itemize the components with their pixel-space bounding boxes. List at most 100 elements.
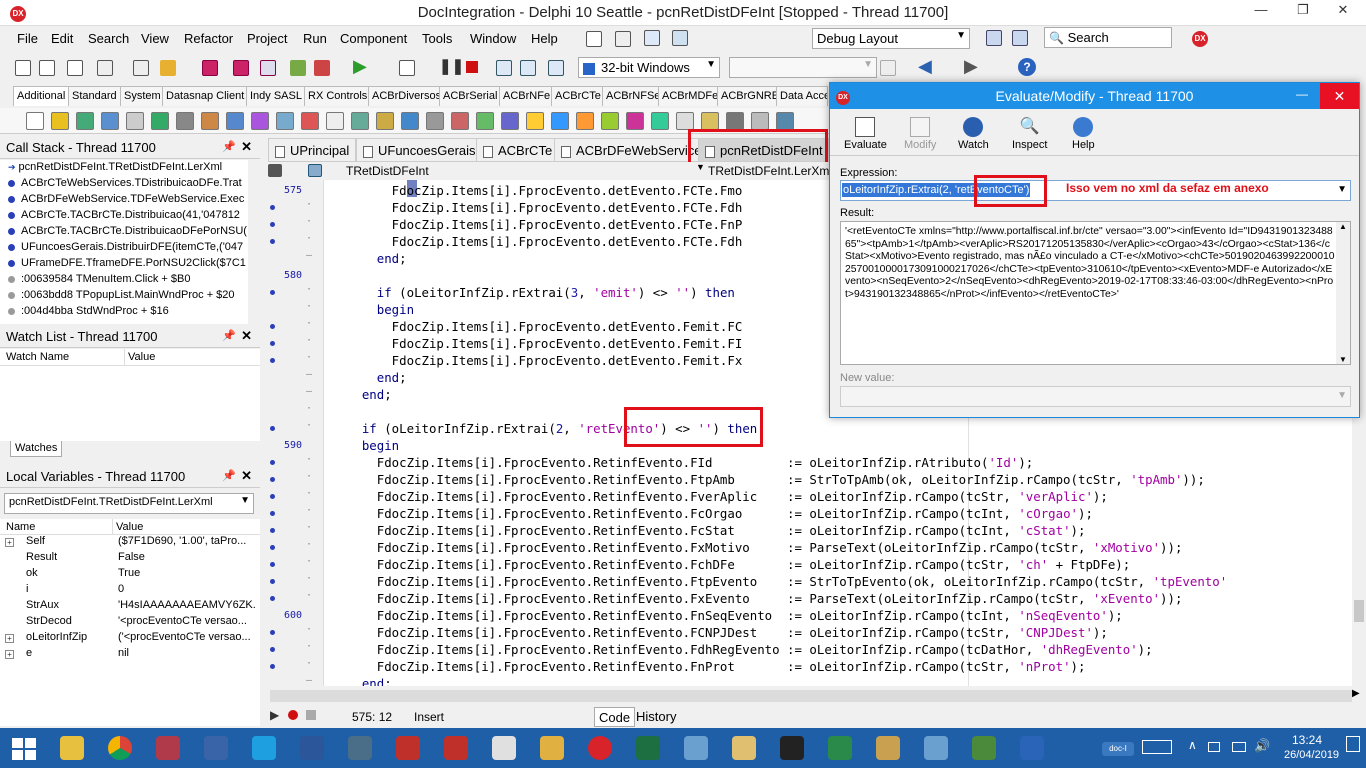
taskbar-app-paint-icon[interactable] <box>870 732 906 764</box>
close-icon[interactable]: ✕ <box>241 139 252 155</box>
dx-icon[interactable]: DX <box>1192 30 1208 47</box>
gutter-line[interactable]: · <box>262 658 324 675</box>
code-line[interactable]: FdocZip.Items[i].FprocEvento.RetinfEvent… <box>332 522 1086 539</box>
inspect-button[interactable]: 🔍 Inspect <box>1012 117 1047 151</box>
clock-date[interactable]: 26/04/2019 <box>1284 749 1339 761</box>
code-line[interactable]: begin <box>332 437 399 454</box>
component-icon[interactable] <box>676 112 694 130</box>
palette-tab-acbrmdfe[interactable]: ACBrMDFe <box>658 86 723 106</box>
breakpoint-dot-icon[interactable] <box>270 545 275 550</box>
pin-icon[interactable]: 📌 <box>222 140 236 153</box>
dialog-minimize-button[interactable]: — <box>1296 87 1308 101</box>
gutter-line[interactable]: · <box>262 641 324 658</box>
stop-record-icon[interactable] <box>306 710 316 720</box>
gutter-line[interactable]: · <box>262 301 324 318</box>
taskbar-app-ruby2-icon[interactable] <box>438 732 474 764</box>
breakpoint-dot-icon[interactable] <box>270 341 275 346</box>
breakpoint-dot-icon[interactable] <box>270 358 275 363</box>
component-icon[interactable] <box>626 112 644 130</box>
code-line[interactable]: FdocZip.Items[i].FprocEvento.detEvento.F… <box>332 318 743 335</box>
component-icon[interactable] <box>776 112 794 130</box>
call-stack-item[interactable]: UFrameDFE.TframeDFE.PorNSU2Click($7C1 <box>0 257 248 273</box>
menu-edit[interactable]: Edit <box>51 31 73 46</box>
code-line[interactable]: begin <box>332 301 414 318</box>
call-stack-item[interactable]: ACBrCTe.TACBrCTe.DistribuicaoDFePorNSU( <box>0 225 248 241</box>
pause-icon[interactable]: ❚❚ <box>439 57 464 75</box>
component-icon[interactable] <box>101 112 119 130</box>
local-variable-row[interactable]: StrDecod '<procEventoCTe versao... <box>0 615 260 631</box>
record-icon[interactable] <box>288 710 298 720</box>
menu-view[interactable]: View <box>141 31 169 46</box>
gutter-line[interactable]: · <box>262 335 324 352</box>
gutter-line[interactable]: · <box>262 522 324 539</box>
breakpoint-dot-icon[interactable] <box>270 562 275 567</box>
code-line[interactable]: end; <box>332 369 407 386</box>
taskbar-app-chart-icon[interactable] <box>966 732 1002 764</box>
expand-icon[interactable]: + <box>5 650 14 659</box>
breakpoint-dot-icon[interactable] <box>270 222 275 227</box>
code-line[interactable]: FdocZip.Items[i].FprocEvento.detEvento.F… <box>332 352 743 369</box>
breakpoint-dot-icon[interactable] <box>270 630 275 635</box>
code-line[interactable]: FdocZip.Items[i].FprocEvento.detEvento.F… <box>332 216 743 233</box>
local-name-column[interactable]: Name <box>6 521 35 533</box>
watch-name-column[interactable]: Watch Name <box>6 351 69 363</box>
component-icon[interactable] <box>126 112 144 130</box>
taskbar-app-database-icon[interactable] <box>150 732 186 764</box>
code-line[interactable]: FdocZip.Items[i].FprocEvento.RetinfEvent… <box>332 488 1108 505</box>
expand-icon[interactable]: + <box>5 538 14 547</box>
modify-button[interactable]: Modify <box>904 117 936 151</box>
code-line[interactable]: FdocZip.Items[i].FprocEvento.detEvento.F… <box>332 199 743 216</box>
menu-search[interactable]: Search <box>88 31 129 46</box>
component-icon[interactable] <box>451 112 469 130</box>
gutter-line[interactable]: · <box>262 216 324 233</box>
gutter-line[interactable]: – <box>262 675 324 686</box>
editor-tab-acbrcte[interactable]: ACBrCTe <box>476 138 560 162</box>
component-icon[interactable] <box>551 112 569 130</box>
editor-tab-ufuncoesgerais[interactable]: UFuncoesGerais <box>356 138 483 162</box>
gutter-line[interactable]: – <box>262 386 324 403</box>
palette-tab-rx-controls[interactable]: RX Controls <box>304 86 372 106</box>
save-layout-icon[interactable] <box>986 30 1002 46</box>
menu-help[interactable]: Help <box>531 31 558 46</box>
call-stack-item[interactable]: :0063bdd8 TPopupList.MainWndProc + $20 <box>0 289 248 305</box>
breakpoint-dot-icon[interactable] <box>270 426 275 431</box>
keyboard-icon[interactable] <box>1142 740 1172 754</box>
breakpoint-dot-icon[interactable] <box>270 477 275 482</box>
taskbar-app-explorer-icon[interactable] <box>54 732 90 764</box>
gutter-line[interactable]: · <box>262 505 324 522</box>
gutter-line[interactable]: · <box>262 556 324 573</box>
component-icon[interactable] <box>26 112 44 130</box>
breakpoint-dot-icon[interactable] <box>270 205 275 210</box>
doc-label[interactable]: doc-I <box>1102 742 1134 756</box>
component-icon[interactable] <box>226 112 244 130</box>
gutter-line[interactable]: · <box>262 573 324 590</box>
palette-tab-acbrserial[interactable]: ACBrSerial <box>439 86 502 106</box>
result-box[interactable]: '<retEventoCTe xmlns="http://www.portalf… <box>840 221 1351 365</box>
save-as-icon[interactable] <box>260 60 276 76</box>
palette-tab-data-access[interactable]: Data Acce <box>776 86 828 106</box>
menu-file[interactable]: File <box>17 31 38 46</box>
code-line[interactable]: FdocZip.Items[i].FprocEvento.detEvento.F… <box>332 182 743 199</box>
breakpoint-dot-icon[interactable] <box>270 511 275 516</box>
editor-gutter[interactable]: 575 · · · –580 · · · · · – – · · 590 · · · · · · · · · 600 · · · – <box>262 180 324 686</box>
code-line[interactable]: FdocZip.Items[i].FprocEvento.RetinfEvent… <box>332 573 1227 590</box>
component-icon[interactable] <box>576 112 594 130</box>
breakpoint-dot-icon[interactable] <box>270 596 275 601</box>
component-icon[interactable] <box>376 112 394 130</box>
code-line[interactable]: FdocZip.Items[i].FprocEvento.RetinfEvent… <box>332 539 1183 556</box>
gutter-line[interactable]: · <box>262 352 324 369</box>
save-all-icon[interactable] <box>233 60 249 76</box>
palette-tab-additional[interactable]: Additional <box>13 86 70 106</box>
menu-window[interactable]: Window <box>470 31 516 46</box>
close-icon[interactable]: ✕ <box>241 328 252 344</box>
code-line[interactable]: FdocZip.Items[i].FprocEvento.RetinfEvent… <box>332 454 1033 471</box>
run-to-cursor-icon[interactable] <box>548 60 564 76</box>
code-line[interactable]: FdocZip.Items[i].FprocEvento.RetinfEvent… <box>332 505 1093 522</box>
help-button[interactable]: Help <box>1072 117 1095 151</box>
gutter-line[interactable]: · <box>262 403 324 420</box>
code-line[interactable]: FdocZip.Items[i].FprocEvento.RetinfEvent… <box>332 607 1123 624</box>
code-line[interactable]: if (oLeitorInfZip.rExtrai(3, 'emit') <> … <box>332 284 735 301</box>
component-icon[interactable] <box>51 112 69 130</box>
palette-tab-indy-sasl[interactable]: Indy SASL <box>246 86 306 106</box>
call-stack-item[interactable]: ACBrCTeWebServices.TDistribuicaoDFe.Trat <box>0 177 248 193</box>
